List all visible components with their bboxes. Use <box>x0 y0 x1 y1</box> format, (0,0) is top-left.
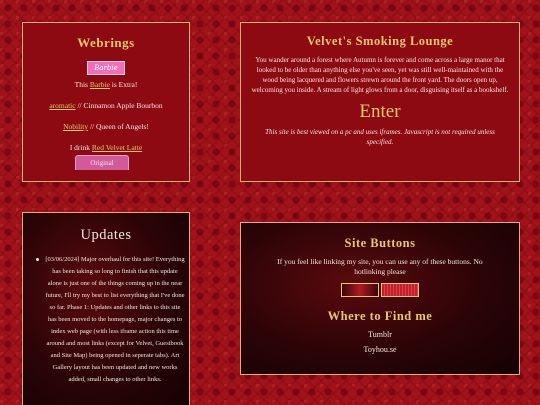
webring-line-aromatic: aromatic // Cinnamon Apple Bourbon <box>49 101 163 110</box>
tumblr-link[interactable]: Tumblr <box>241 330 519 339</box>
nobility-link[interactable]: Nobility <box>63 122 88 131</box>
webrings-panel: Webrings Barbie This Barbie is Extra! ar… <box>22 22 190 182</box>
site-button-row <box>241 283 519 297</box>
aromatic-link[interactable]: aromatic <box>49 101 75 110</box>
viewing-note: This site is best viewed on a pc and use… <box>265 128 495 146</box>
toyhouse-link[interactable]: Toyhou.se <box>241 345 519 354</box>
bullet-icon <box>36 258 39 261</box>
webring-line-barbie: This Barbie is Extra! <box>74 80 138 89</box>
site-button-1[interactable] <box>341 283 379 297</box>
enter-link[interactable]: Enter <box>241 101 519 123</box>
site-title: Velvet's Smoking Lounge <box>306 34 454 48</box>
update-entry: [03/06/2024] Major overhaul for this sit… <box>45 256 185 383</box>
webring-line-latte: I drink Red Velvet Latte <box>69 143 143 152</box>
updates-panel: Updates [03/06/2024] Major overhaul for … <box>22 212 190 405</box>
where-to-find-title: Where to Find me <box>327 309 433 323</box>
site-button-2[interactable] <box>381 283 419 297</box>
intro-story: You wander around a forest where Autumn … <box>251 56 509 94</box>
barbie-link[interactable]: Barbie <box>90 80 110 89</box>
updates-title: Updates <box>80 227 132 243</box>
red-velvet-latte-link[interactable]: Red Velvet Latte <box>92 143 142 152</box>
site-buttons-panel: Site Buttons If you feel like linking my… <box>240 222 520 375</box>
webrings-title: Webrings <box>77 35 135 50</box>
site-buttons-title: Site Buttons <box>344 236 416 250</box>
webring-line-nobility: Nobility // Queen of Angels! <box>63 122 149 131</box>
barbie-webring-button[interactable]: Barbie <box>87 61 125 75</box>
original-button[interactable]: Original <box>75 155 129 170</box>
site-buttons-description: If you feel like linking my site, you ca… <box>277 257 483 276</box>
lounge-panel: Velvet's Smoking Lounge You wander aroun… <box>240 22 520 182</box>
